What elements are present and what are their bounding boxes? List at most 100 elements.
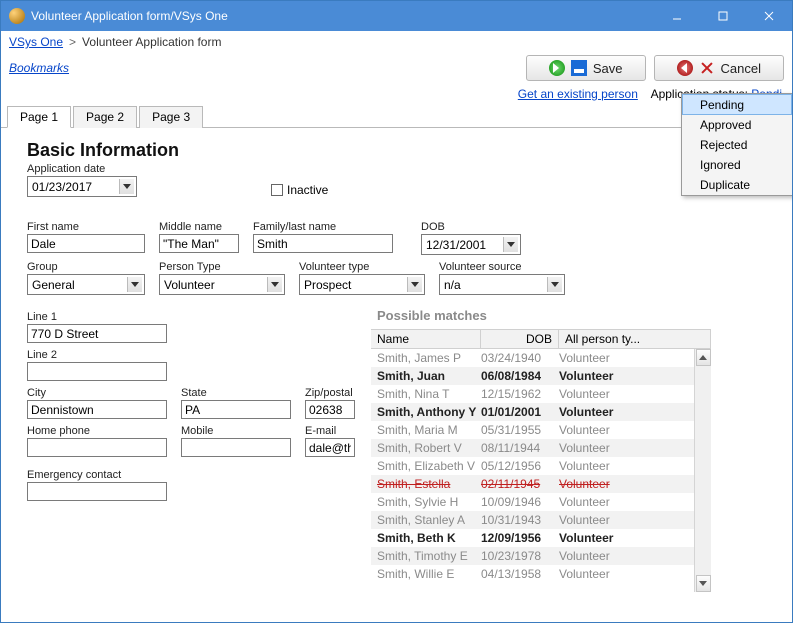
cell-name: Smith, Maria M xyxy=(371,423,481,437)
dob-picker[interactable]: 12/31/2001 xyxy=(421,234,521,255)
cell-dob: 06/08/1984 xyxy=(481,369,559,383)
vtype-label: Volunteer type xyxy=(299,261,425,273)
tab-page-3[interactable]: Page 3 xyxy=(139,106,203,128)
cell-name: Smith, Beth K xyxy=(371,531,481,545)
dropdown-icon xyxy=(127,277,142,292)
cancel-button[interactable]: Cancel xyxy=(654,55,784,81)
scroll-up-icon[interactable] xyxy=(696,349,711,366)
cell-type: Volunteer xyxy=(559,513,694,527)
vsource-select[interactable]: n/a xyxy=(439,274,565,295)
state-label: State xyxy=(181,387,291,399)
cell-dob: 02/11/1945 xyxy=(481,477,559,491)
x-icon xyxy=(699,60,715,76)
breadcrumb-root[interactable]: VSys One xyxy=(9,35,63,49)
email-input[interactable] xyxy=(305,438,355,457)
get-existing-link[interactable]: Get an existing person xyxy=(518,87,638,101)
table-row[interactable]: Smith, Willie E04/13/1958Volunteer xyxy=(371,565,694,583)
status-option-rejected[interactable]: Rejected xyxy=(682,135,792,155)
breadcrumb: VSys One > Volunteer Application form xyxy=(1,31,792,53)
table-row[interactable]: Smith, Maria M05/31/1955Volunteer xyxy=(371,421,694,439)
dropdown-icon xyxy=(503,237,518,252)
cell-name: Smith, Sylvie H xyxy=(371,495,481,509)
close-button[interactable] xyxy=(746,1,792,31)
matches-body: Smith, James P03/24/1940VolunteerSmith, … xyxy=(371,349,694,592)
col-name[interactable]: Name xyxy=(371,330,481,348)
save-label: Save xyxy=(593,61,623,76)
cell-type: Volunteer xyxy=(559,549,694,563)
homephone-input[interactable] xyxy=(27,438,167,457)
line1-input[interactable] xyxy=(27,324,167,343)
cell-type: Volunteer xyxy=(559,369,694,383)
matches-scrollbar[interactable] xyxy=(694,349,711,592)
table-row[interactable]: Smith, Timothy E10/23/1978Volunteer xyxy=(371,547,694,565)
group-label: Group xyxy=(27,261,145,273)
statusline: Get an existing person Application statu… xyxy=(1,87,792,105)
table-row[interactable]: Smith, Juan06/08/1984Volunteer xyxy=(371,367,694,385)
ptype-select[interactable]: Volunteer xyxy=(159,274,285,295)
cell-dob: 01/01/2001 xyxy=(481,405,559,419)
cancel-label: Cancel xyxy=(721,61,761,76)
tab-page-2[interactable]: Page 2 xyxy=(73,106,137,128)
col-dob[interactable]: DOB xyxy=(481,330,559,348)
table-row[interactable]: Smith, Beth K12/09/1956Volunteer xyxy=(371,529,694,547)
cell-name: Smith, Timothy E xyxy=(371,549,481,563)
vsource-label: Volunteer source xyxy=(439,261,565,273)
state-input[interactable] xyxy=(181,400,291,419)
checkbox-box-icon xyxy=(271,184,283,196)
cell-type: Volunteer xyxy=(559,531,694,545)
matches-header: Name DOB All person ty... xyxy=(371,329,711,349)
table-row[interactable]: Smith, Nina T12/15/1962Volunteer xyxy=(371,385,694,403)
city-label: City xyxy=(27,387,167,399)
homephone-label: Home phone xyxy=(27,425,167,437)
status-option-pending[interactable]: Pending xyxy=(682,94,792,115)
line2-input[interactable] xyxy=(27,362,167,381)
cell-dob: 08/11/1944 xyxy=(481,441,559,455)
table-row[interactable]: Smith, Anthony Y01/01/2001Volunteer xyxy=(371,403,694,421)
maximize-button[interactable] xyxy=(700,1,746,31)
save-button[interactable]: Save xyxy=(526,55,646,81)
table-row[interactable]: Smith, Elizabeth V05/12/1956Volunteer xyxy=(371,457,694,475)
first-input[interactable] xyxy=(27,234,145,253)
ptype-label: Person Type xyxy=(159,261,285,273)
appdate-picker[interactable]: 01/23/2017 xyxy=(27,176,137,197)
inactive-checkbox[interactable]: Inactive xyxy=(271,183,328,197)
table-row[interactable]: Smith, Estella02/11/1945Volunteer xyxy=(371,475,694,493)
emergency-input[interactable] xyxy=(27,482,167,501)
status-option-approved[interactable]: Approved xyxy=(682,115,792,135)
cell-type: Volunteer xyxy=(559,351,694,365)
dropdown-icon xyxy=(547,277,562,292)
zip-input[interactable] xyxy=(305,400,355,419)
email-label: E-mail xyxy=(305,425,355,437)
matches-title: Possible matches xyxy=(371,306,711,329)
status-option-ignored[interactable]: Ignored xyxy=(682,155,792,175)
minimize-button[interactable] xyxy=(654,1,700,31)
group-select[interactable]: General xyxy=(27,274,145,295)
mobile-input[interactable] xyxy=(181,438,291,457)
table-row[interactable]: Smith, Sylvie H10/09/1946Volunteer xyxy=(371,493,694,511)
col-type[interactable]: All person ty... xyxy=(559,330,711,348)
titlebar: Volunteer Application form/VSys One xyxy=(1,1,792,31)
scroll-down-icon[interactable] xyxy=(696,575,711,592)
form-area: Basic Information Application date 01/23… xyxy=(1,128,792,617)
bookmarks-link[interactable]: Bookmarks xyxy=(9,61,69,75)
vtype-select[interactable]: Prospect xyxy=(299,274,425,295)
cell-type: Volunteer xyxy=(559,405,694,419)
tab-page-1[interactable]: Page 1 xyxy=(7,106,71,128)
table-row[interactable]: Smith, Stanley A10/31/1943Volunteer xyxy=(371,511,694,529)
app-icon xyxy=(9,8,25,24)
tabstrip: Page 1 Page 2 Page 3 xyxy=(1,105,792,128)
cell-type: Volunteer xyxy=(559,477,694,491)
section-title: Basic Information xyxy=(27,140,776,161)
cell-dob: 12/15/1962 xyxy=(481,387,559,401)
city-input[interactable] xyxy=(27,400,167,419)
matches-panel: Possible matches Name DOB All person ty.… xyxy=(371,306,711,592)
table-row[interactable]: Smith, Robert V08/11/1944Volunteer xyxy=(371,439,694,457)
status-option-duplicate[interactable]: Duplicate xyxy=(682,175,792,195)
middle-input[interactable] xyxy=(159,234,239,253)
dropdown-icon xyxy=(119,179,134,194)
cell-name: Smith, Estella xyxy=(371,477,481,491)
family-input[interactable] xyxy=(253,234,393,253)
table-row[interactable]: Smith, James P03/24/1940Volunteer xyxy=(371,349,694,367)
cell-name: Smith, Anthony Y xyxy=(371,405,481,419)
appdate-value: 01/23/2017 xyxy=(32,180,92,194)
